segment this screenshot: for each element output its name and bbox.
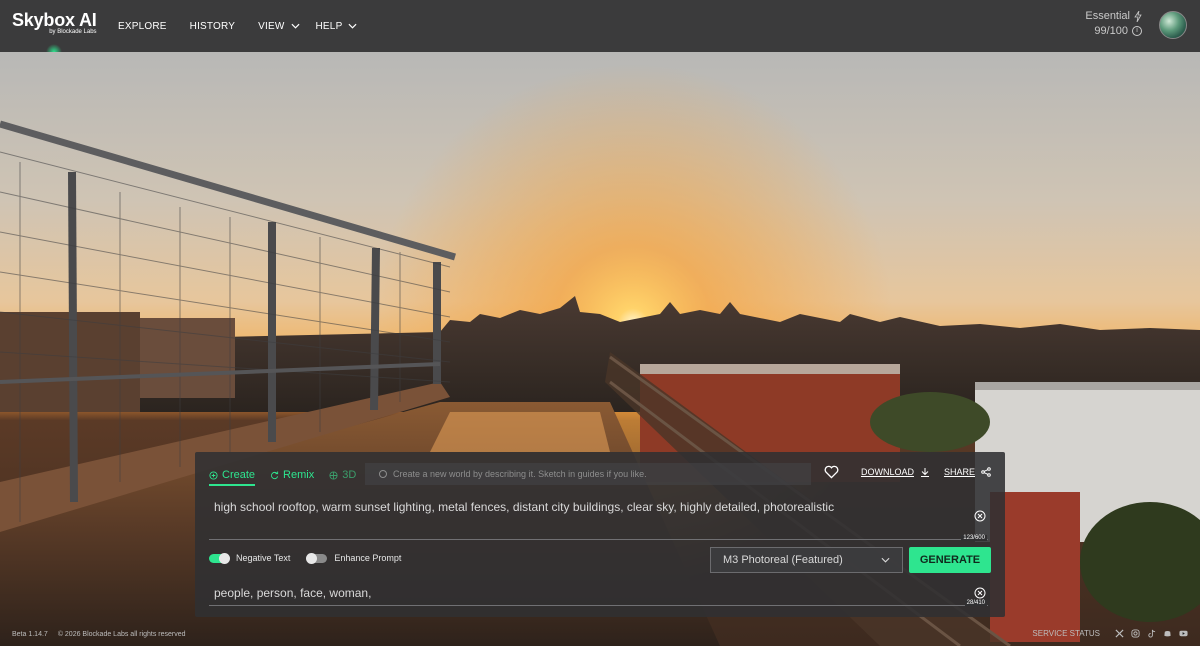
lightning-icon bbox=[1134, 10, 1142, 22]
share-icon bbox=[981, 467, 991, 477]
prompt-hint-bar: Create a new world by describing it. Ske… bbox=[365, 463, 811, 485]
download-button[interactable]: DOWNLOAD bbox=[861, 467, 930, 477]
nav-history-label: HISTORY bbox=[189, 20, 236, 32]
credits-count: 99/100 bbox=[1094, 25, 1128, 37]
nav-view[interactable]: VIEW bbox=[258, 20, 300, 32]
negative-text-input[interactable]: people, person, face, woman, bbox=[214, 586, 371, 600]
download-icon bbox=[920, 468, 929, 477]
footer-meta: Beta 1.14.7 © 2026 Blockade Labs all rig… bbox=[12, 631, 196, 638]
negative-divider bbox=[209, 605, 988, 606]
negative-text-switch[interactable] bbox=[209, 552, 230, 564]
heart-icon[interactable] bbox=[824, 465, 839, 479]
nav-explore[interactable]: EXPLORE bbox=[118, 21, 167, 32]
service-status-link[interactable]: SERVICE STATUS bbox=[1032, 629, 1100, 638]
nav-help-label: HELP bbox=[315, 20, 343, 32]
youtube-icon[interactable] bbox=[1179, 629, 1188, 638]
prompt-hint-text: Create a new world by describing it. Ske… bbox=[393, 469, 647, 479]
generate-button[interactable]: GENERATE bbox=[909, 547, 991, 573]
prompt-input[interactable]: high school rooftop, warm sunset lightin… bbox=[214, 499, 914, 515]
negative-char-count: 28/410 bbox=[964, 600, 987, 606]
share-label: SHARE bbox=[943, 467, 975, 477]
nav-explore-label: EXPLORE bbox=[118, 20, 167, 32]
prompt-char-count: 123/600 bbox=[961, 535, 987, 541]
tab-3d-label: 3D bbox=[342, 469, 357, 481]
refresh-icon bbox=[271, 470, 279, 479]
info-icon[interactable]: i bbox=[1132, 26, 1142, 36]
tab-remix-label: Remix bbox=[283, 469, 315, 481]
negative-text-label: Negative Text bbox=[236, 553, 291, 563]
negative-text-toggle[interactable]: Negative Text bbox=[209, 552, 291, 564]
plan-name: Essential bbox=[1085, 10, 1130, 22]
option-toggles: Negative Text Enhance Prompt bbox=[209, 552, 418, 564]
nav-history[interactable]: HISTORY bbox=[190, 21, 236, 32]
instagram-icon[interactable] bbox=[1131, 629, 1140, 638]
footer-links: SERVICE STATUS bbox=[1032, 629, 1188, 638]
avatar[interactable] bbox=[1159, 11, 1187, 39]
chevron-down-icon bbox=[348, 23, 357, 29]
tiktok-icon[interactable] bbox=[1147, 629, 1156, 638]
enhance-prompt-toggle[interactable]: Enhance Prompt bbox=[306, 552, 402, 564]
panel-actions: DOWNLOAD SHARE bbox=[824, 465, 991, 479]
copyright-label: © 2026 Blockade Labs all rights reserved bbox=[57, 631, 186, 638]
nav-help[interactable]: HELP bbox=[316, 21, 358, 32]
tab-remix[interactable]: Remix bbox=[270, 469, 314, 481]
plan-name-row: Essential bbox=[1085, 10, 1142, 22]
model-select[interactable]: M3 Photoreal (Featured) bbox=[710, 547, 903, 573]
enhance-prompt-switch[interactable] bbox=[306, 552, 328, 564]
enhance-prompt-label: Enhance Prompt bbox=[334, 553, 402, 563]
plan-info[interactable]: Essential 99/100 i bbox=[1085, 10, 1142, 37]
prompt-divider bbox=[209, 539, 988, 540]
logo-title: Skybox AI bbox=[12, 10, 97, 30]
cube-icon bbox=[329, 470, 338, 480]
version-label: Beta 1.14.7 bbox=[12, 631, 48, 638]
skybox-logo[interactable]: Skybox AI by Blockade Labs bbox=[12, 10, 97, 35]
chevron-down-icon bbox=[881, 557, 890, 563]
plus-circle-icon bbox=[209, 470, 218, 480]
tab-create[interactable]: Create bbox=[209, 469, 256, 486]
info-icon bbox=[379, 470, 387, 478]
share-button[interactable]: SHARE bbox=[944, 467, 991, 477]
mode-tabs: Create Remix 3D bbox=[209, 464, 371, 486]
logo-glow-indicator bbox=[46, 44, 62, 52]
generation-panel: Create Remix 3D Create a new world by de… bbox=[195, 452, 1005, 617]
model-select-value: M3 Photoreal (Featured) bbox=[723, 554, 843, 566]
clear-icon[interactable] bbox=[974, 510, 986, 522]
x-icon[interactable] bbox=[1115, 629, 1124, 638]
discord-icon[interactable] bbox=[1163, 629, 1172, 638]
tab-create-label: Create bbox=[222, 469, 256, 481]
tab-3d[interactable]: 3D bbox=[329, 469, 356, 481]
download-label: DOWNLOAD bbox=[860, 467, 914, 477]
main-nav: EXPLORE HISTORY VIEW HELP bbox=[118, 0, 380, 52]
clear-icon[interactable] bbox=[974, 587, 986, 599]
nav-view-label: VIEW bbox=[258, 20, 285, 32]
credits-row: 99/100 i bbox=[1085, 25, 1142, 37]
chevron-down-icon bbox=[291, 23, 300, 29]
top-header: Skybox AI by Blockade Labs EXPLORE HISTO… bbox=[0, 0, 1200, 52]
